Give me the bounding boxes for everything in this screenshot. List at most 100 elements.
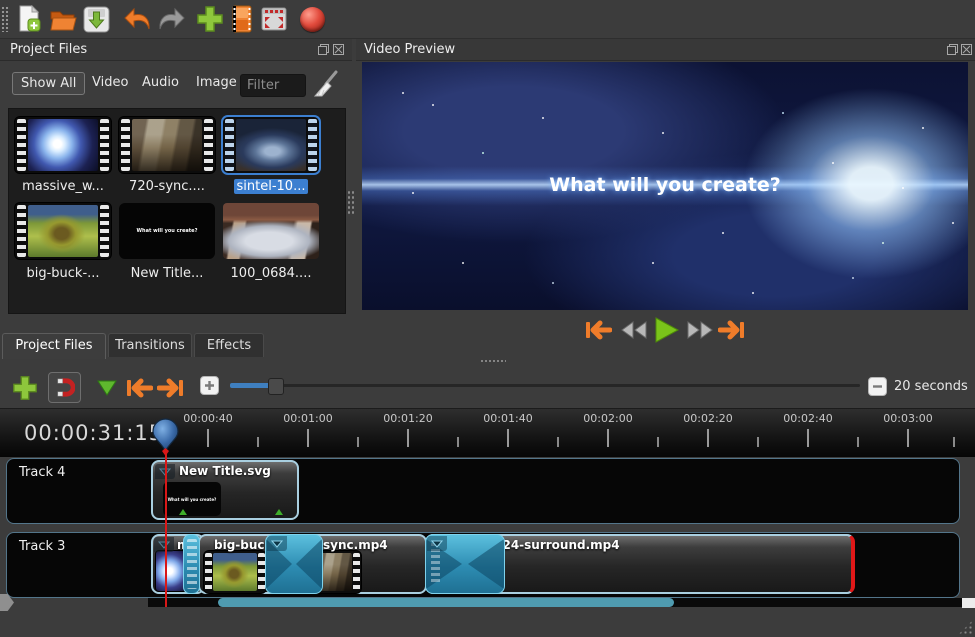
rewind-icon — [620, 320, 648, 340]
ruler-tick-label: 00:02:40 — [768, 412, 848, 425]
tab-transitions[interactable]: Transitions — [108, 333, 192, 357]
add-track-icon — [12, 375, 38, 401]
ruler-tick — [407, 429, 409, 447]
next-marker-button[interactable] — [156, 376, 186, 400]
ruler-tick — [257, 437, 259, 447]
filter-video-button[interactable]: Video — [84, 72, 136, 93]
zoom-slider-fill — [230, 383, 272, 388]
clip-new-title-label: New Title.svg — [179, 464, 271, 478]
rewind-button[interactable] — [620, 320, 648, 344]
open-project-button[interactable] — [49, 4, 77, 34]
transition-menu-chevron-icon[interactable] — [267, 536, 287, 551]
ruler-tick-label: 00:03:00 — [868, 412, 948, 425]
thumb-newtitle-text: What will you create? — [137, 228, 198, 234]
zoom-slider-handle[interactable] — [268, 378, 284, 395]
transition-pill[interactable] — [183, 534, 200, 594]
zoom-slider[interactable] — [230, 378, 860, 394]
toolbar-grip-handle[interactable] — [1, 6, 10, 32]
filter-input[interactable] — [240, 74, 306, 97]
redo-button[interactable] — [156, 5, 186, 33]
video-preview-canvas[interactable]: What will you create? — [362, 62, 968, 310]
file-label-newtitle[interactable]: New Title... — [119, 266, 215, 281]
filter-show-all-label: Show All — [21, 76, 76, 91]
fullscreen-icon — [261, 7, 287, 31]
snapping-magnet-icon — [54, 377, 75, 398]
ruler-tick-label: 00:02:00 — [568, 412, 648, 425]
file-thumbnail-bigbuck[interactable] — [15, 203, 111, 259]
new-project-button[interactable] — [15, 4, 43, 34]
float-dock-icon[interactable] — [318, 44, 329, 59]
zoom-out-button[interactable] — [868, 377, 887, 396]
clip-menu-chevron-icon[interactable] — [154, 537, 174, 552]
scrollbar-thumb[interactable] — [218, 598, 674, 607]
file-label-sintel[interactable]: sintel-10... — [234, 179, 309, 194]
snapping-toggle-button[interactable] — [48, 372, 81, 403]
filter-show-all-button[interactable]: Show All — [12, 72, 85, 95]
main-toolbar — [0, 0, 975, 39]
file-thumbnail-newtitle[interactable]: What will you create? — [119, 203, 215, 259]
zoom-in-icon — [204, 380, 215, 391]
tab-project-files[interactable]: Project Files — [2, 333, 106, 359]
file-label-720sync[interactable]: 720-sync.... — [129, 179, 205, 194]
clear-filter-broom-icon[interactable] — [312, 70, 338, 102]
jump-to-end-button[interactable] — [718, 319, 746, 345]
project-files-filter-row: Show All Video Audio Image — [0, 66, 352, 102]
dock-splitter-handle[interactable] — [347, 190, 354, 216]
save-project-icon — [83, 6, 110, 33]
clip-new-title[interactable]: New Title.svg What will you create? — [151, 460, 299, 520]
timeline-splitter-handle[interactable] — [480, 359, 506, 364]
fast-forward-button[interactable] — [686, 320, 714, 344]
ruler-tick — [507, 429, 509, 447]
export-video-button[interactable] — [297, 5, 327, 33]
import-files-icon — [196, 5, 224, 33]
file-thumbnail-sintel[interactable] — [223, 117, 319, 173]
timeline-ruler[interactable]: 00:00:31:15 00:00:40 00:01:00 00:01:20 0… — [0, 408, 975, 457]
jump-to-start-button[interactable] — [584, 319, 612, 345]
zoom-slider-track[interactable] — [230, 384, 860, 387]
window-resize-grip[interactable] — [958, 620, 973, 635]
tab-transitions-label: Transitions — [115, 338, 185, 353]
zoom-in-button[interactable] — [200, 376, 219, 395]
ruler-tick — [757, 437, 759, 447]
tab-effects[interactable]: Effects — [194, 333, 264, 357]
thumb-720sync-image — [132, 119, 202, 171]
ruler-tick-label: 00:01:20 — [368, 412, 448, 425]
transition-bowtie[interactable] — [265, 534, 323, 594]
float-dock-icon[interactable] — [947, 44, 958, 59]
current-time-display: 00:00:31:15 — [24, 421, 163, 445]
file-label-bedroom[interactable]: 100_0684.... — [223, 266, 319, 281]
file-label-massive[interactable]: massive_w... — [15, 179, 111, 194]
transition-bowtie[interactable] — [425, 534, 505, 594]
undo-button[interactable] — [123, 5, 153, 33]
close-dock-icon[interactable] — [333, 44, 344, 59]
choose-profile-button[interactable] — [230, 4, 254, 34]
thumb-sintel-image — [236, 119, 306, 171]
tab-project-files-label: Project Files — [15, 338, 92, 353]
file-thumbnail-bedroom[interactable] — [223, 203, 319, 259]
save-project-button[interactable] — [82, 4, 110, 34]
close-dock-icon[interactable] — [961, 44, 972, 59]
playhead-line — [165, 446, 167, 607]
filter-audio-button[interactable]: Audio — [134, 72, 187, 93]
add-marker-button[interactable] — [94, 376, 120, 400]
openshot-window: Project Files Show All Video Audio Image — [0, 0, 975, 637]
play-button[interactable] — [654, 316, 680, 348]
add-track-button[interactable] — [10, 374, 40, 402]
undo-icon — [123, 6, 153, 32]
track-4-row[interactable]: Track 4 New Title.svg What will you crea… — [6, 458, 960, 524]
playhead-marker[interactable] — [152, 418, 179, 460]
file-thumbnail-720sync[interactable] — [119, 117, 215, 173]
file-thumbnail-massive[interactable] — [15, 117, 111, 173]
timeline-scrollbar[interactable] — [0, 598, 975, 608]
scrollbar-right-cap[interactable] — [962, 598, 975, 608]
ruler-tick — [857, 437, 859, 447]
import-files-button[interactable] — [195, 4, 225, 34]
jump-to-start-icon — [584, 319, 612, 341]
ruler-tick — [907, 429, 909, 447]
transition-menu-chevron-icon[interactable] — [427, 536, 447, 551]
fullscreen-button[interactable] — [260, 5, 288, 33]
file-label-bigbuck[interactable]: big-buck-... — [15, 266, 111, 281]
previous-marker-button[interactable] — [124, 376, 154, 400]
filter-image-button[interactable]: Image — [188, 72, 245, 93]
track-3-row[interactable]: Track 3 m big-buck- 720-sync.mp4 — [6, 532, 960, 598]
